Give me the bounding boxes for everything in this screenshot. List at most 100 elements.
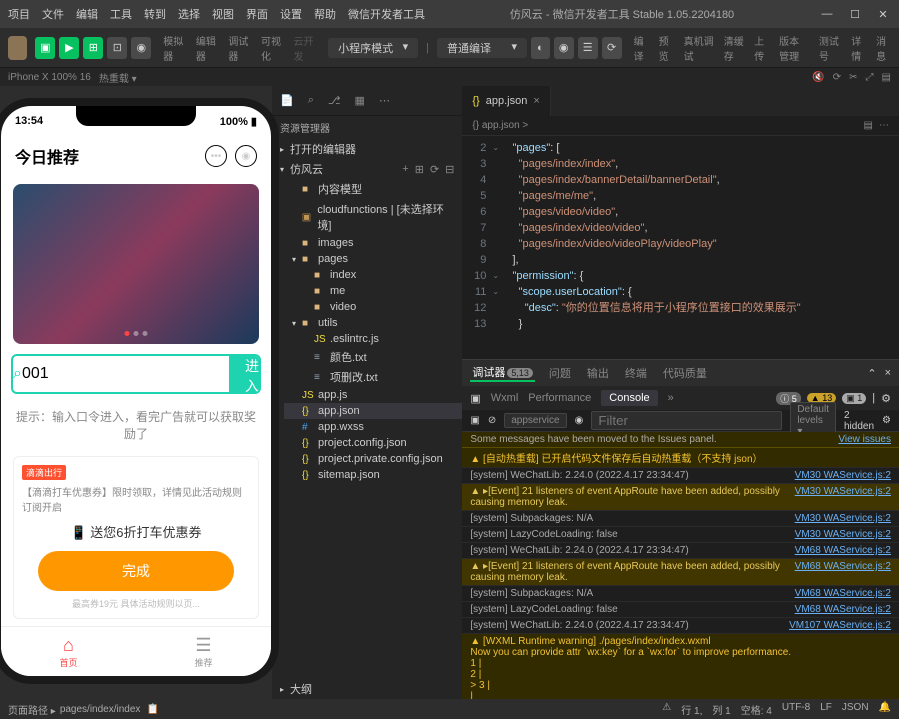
sim-cut-icon[interactable]: ✂ xyxy=(849,72,857,83)
code-editor[interactable]: 2345678910111213 ⌄ ⌄⌄ "pages": [ "pages/… xyxy=(462,136,899,359)
sim-more-icon[interactable]: ▤ xyxy=(882,72,891,83)
editor-tab[interactable]: {}app.json× xyxy=(462,86,550,116)
explorer-tab-search[interactable]: ⌕ xyxy=(304,90,318,111)
menu-工具[interactable]: 工具 xyxy=(110,6,132,22)
refresh-icon[interactable]: ⟳ xyxy=(430,163,439,176)
file-cloudfunctions | [未选择环境][interactable]: ▣ cloudfunctions | [未选择环境] xyxy=(284,199,462,235)
file-pages[interactable]: ▾■ pages xyxy=(284,251,462,267)
cloud-label[interactable]: 云开发 xyxy=(294,33,317,63)
enter-button[interactable]: 进入 xyxy=(229,356,261,392)
maximize-button[interactable]: ☐ xyxy=(847,8,863,21)
open-editors-section[interactable]: ▸打开的编辑器 xyxy=(272,139,462,159)
tool-4[interactable]: ⟳ xyxy=(602,37,622,59)
copy-path-icon[interactable]: 📋 xyxy=(146,704,158,715)
run-button[interactable]: ▣ xyxy=(35,37,55,59)
console-gear-icon[interactable]: ⚙ xyxy=(882,415,891,426)
file-sitemap.json[interactable]: {} sitemap.json xyxy=(284,467,462,483)
sim-close-icon[interactable]: ⤢ xyxy=(866,72,874,83)
console-more[interactable]: » xyxy=(668,392,674,404)
target-icon[interactable]: ◉ xyxy=(235,145,257,167)
file-.eslintrc.js[interactable]: JS .eslintrc.js xyxy=(284,331,462,347)
upload-button[interactable]: 上传 xyxy=(754,33,769,63)
stop-button[interactable]: ⊡ xyxy=(107,37,127,59)
panel-close-icon[interactable]: × xyxy=(885,367,891,380)
minimize-button[interactable]: — xyxy=(819,8,835,21)
new-file-icon[interactable]: + xyxy=(402,163,408,176)
tab-recommend[interactable]: ☰推荐 xyxy=(136,627,271,676)
log-row[interactable]: [system] LazyCodeLoading: falseVM68 WASe… xyxy=(462,602,899,618)
file-project.private.config.json[interactable]: {} project.private.config.json xyxy=(284,451,462,467)
eye-button[interactable]: ◉ xyxy=(131,37,151,59)
console-settings-icon[interactable]: ⚙ xyxy=(881,392,891,405)
debug-button[interactable]: ⊞ xyxy=(83,37,103,59)
device-select[interactable]: iPhone X 100% 16 xyxy=(8,72,91,83)
performance-tab[interactable]: Performance xyxy=(528,392,591,404)
editor-label[interactable]: 编辑器 xyxy=(196,33,219,63)
hidden-count[interactable]: 2 hidden xyxy=(844,410,874,432)
version-button[interactable]: 版本管理 xyxy=(779,33,809,63)
file-images[interactable]: ■ images xyxy=(284,235,462,251)
file-内容模型[interactable]: ■ 内容模型 xyxy=(284,179,462,199)
menu-界面[interactable]: 界面 xyxy=(246,6,268,22)
err-badge[interactable]: ▣ 1 xyxy=(842,393,866,404)
menu-项目[interactable]: 项目 xyxy=(8,6,30,22)
hotreload-select[interactable]: 热重载 ▾ xyxy=(99,70,137,85)
explorer-tab-more[interactable]: ⋯ xyxy=(375,90,394,111)
banner-swiper[interactable] xyxy=(13,184,259,344)
detail-button[interactable]: 详情 xyxy=(851,33,866,63)
console-tab[interactable]: Console xyxy=(601,390,657,406)
close-tab-icon[interactable]: × xyxy=(533,95,539,107)
menu-编辑[interactable]: 编辑 xyxy=(76,6,98,22)
terminal-tab[interactable]: 终端 xyxy=(623,365,649,381)
mode-select[interactable]: 小程序模式▾ xyxy=(328,38,418,58)
bell-icon[interactable]: 🔔 xyxy=(879,702,891,717)
explorer-tab-git[interactable]: ⎇ xyxy=(324,90,345,111)
new-folder-icon[interactable]: ⊞ xyxy=(415,163,424,176)
clear-console-icon[interactable]: ⊘ xyxy=(488,415,496,426)
project-section[interactable]: ▾仿风云 xyxy=(280,161,323,177)
explorer-tab-files[interactable]: 📄 xyxy=(276,90,298,111)
log-row[interactable]: [system] WeChatLib: 2.24.0 (2022.4.17 23… xyxy=(462,543,899,559)
menu-文件[interactable]: 文件 xyxy=(42,6,64,22)
quality-tab[interactable]: 代码质量 xyxy=(661,365,709,381)
file-app.json[interactable]: {} app.json xyxy=(284,403,462,419)
simulator-label[interactable]: 模拟器 xyxy=(163,33,186,63)
menu-微信开发者工具[interactable]: 微信开发者工具 xyxy=(348,6,425,22)
debugger-label[interactable]: 调试器 xyxy=(228,33,251,63)
split-icon[interactable]: ▤ xyxy=(864,120,873,131)
file-index[interactable]: ■ index xyxy=(284,267,462,283)
console-context-icon[interactable]: ▣ xyxy=(470,415,479,426)
menu-选择[interactable]: 选择 xyxy=(178,6,200,22)
close-button[interactable]: ✕ xyxy=(875,8,891,21)
log-row[interactable]: ▲ ▸[Event] 21 listeners of event AppRout… xyxy=(462,559,899,586)
output-tab[interactable]: 输出 xyxy=(585,365,611,381)
eye-icon[interactable]: ◉ xyxy=(575,415,584,426)
page-path[interactable]: pages/index/index xyxy=(60,704,141,715)
play-button[interactable]: ▶ xyxy=(59,37,79,59)
tool-2[interactable]: ◉ xyxy=(554,37,574,59)
log-row[interactable]: Some messages have been moved to the Iss… xyxy=(462,432,899,448)
debugger-tab[interactable]: 调试器5,13 xyxy=(470,364,535,382)
menu-帮助[interactable]: 帮助 xyxy=(314,6,336,22)
outline-section[interactable]: ▸大纲 xyxy=(272,679,462,699)
log-row[interactable]: [system] WeChatLib: 2.24.0 (2022.4.17 23… xyxy=(462,468,899,484)
panel-up-icon[interactable]: ⌃ xyxy=(867,367,876,380)
filter-input[interactable] xyxy=(591,411,782,430)
file-video[interactable]: ■ video xyxy=(284,299,462,315)
sim-mute-icon[interactable]: 🔇 xyxy=(812,72,824,83)
file-项删改.txt[interactable]: ≡ 项删改.txt xyxy=(284,367,462,387)
avatar[interactable] xyxy=(8,36,27,60)
sim-reload-icon[interactable]: ⟳ xyxy=(833,72,841,83)
log-row[interactable]: ▲ ▸[Event] 21 listeners of event AppRout… xyxy=(462,484,899,511)
complete-button[interactable]: 完成 xyxy=(38,551,234,591)
ad-card[interactable]: 滴滴出行 【滴滴打车优惠券】限时领取，详情见此活动规则 订阅开启 📱 送您6折打… xyxy=(13,456,259,619)
log-row[interactable]: ▲ [WXML Runtime warning] ./pages/index/i… xyxy=(462,634,899,699)
menu-设置[interactable]: 设置 xyxy=(280,6,302,22)
code-input[interactable] xyxy=(22,356,229,392)
console-picker-icon[interactable]: ▣ xyxy=(470,392,480,405)
file-app.wxss[interactable]: # app.wxss xyxy=(284,419,462,435)
log-row[interactable]: [system] LazyCodeLoading: falseVM30 WASe… xyxy=(462,527,899,543)
more-icon[interactable]: ••• xyxy=(205,145,227,167)
tool-1[interactable]: ◐ xyxy=(531,37,550,59)
file-project.config.json[interactable]: {} project.config.json xyxy=(284,435,462,451)
